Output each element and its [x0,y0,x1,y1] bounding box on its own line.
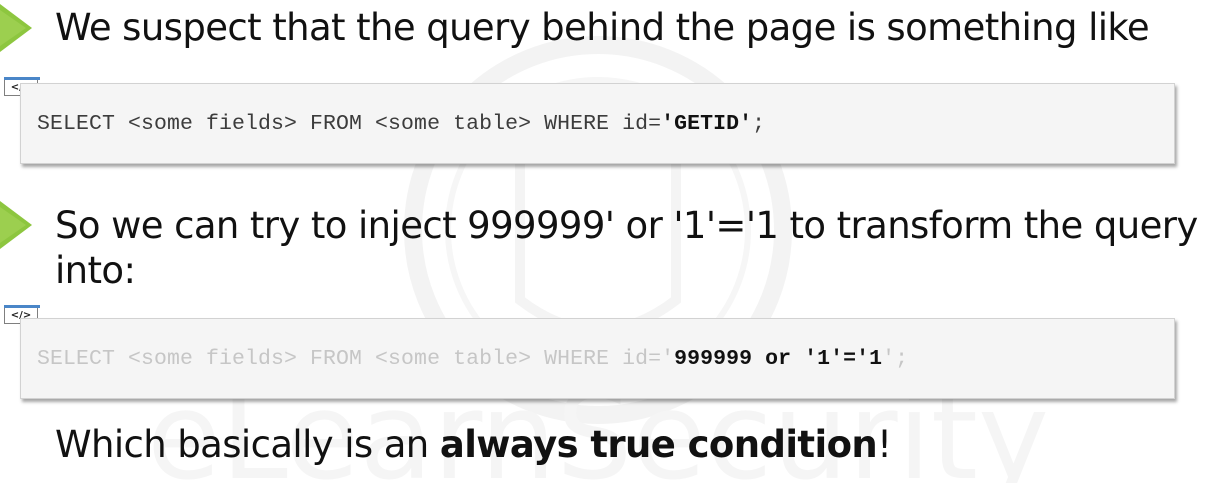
conclusion-prefix: Which basically is an [55,423,440,466]
conclusion-suffix: ! [877,423,892,466]
code-line-query: SELECT <some fields> FROM <some table> W… [37,112,765,136]
bullet-arrow-icon [0,4,36,52]
code-line-injected-query: SELECT <some fields> FROM <some table> W… [37,347,908,371]
statement-query-suspicion: We suspect that the query behind the pag… [55,6,1150,49]
code-block-query: SELECT <some fields> FROM <some table> W… [20,83,1175,164]
code-suffix: '; [882,347,909,371]
code-block-injected-query: SELECT <some fields> FROM <some table> W… [20,318,1175,399]
statement-injection-payload: So we can try to inject 999999' or '1'='… [55,204,1198,292]
code-suffix: ; [752,112,766,136]
statement-conclusion: Which basically is an always true condit… [55,422,892,467]
conclusion-emphasis: always true condition [439,423,878,466]
code-placeholder-getid: 'GETID' [661,112,753,136]
code-injected-payload: 999999 or '1'='1 [674,347,883,371]
code-prefix: SELECT <some fields> FROM <some table> W… [37,112,662,136]
code-prefix: SELECT <some fields> FROM <some table> W… [37,347,675,371]
bullet-arrow-icon [0,201,36,249]
